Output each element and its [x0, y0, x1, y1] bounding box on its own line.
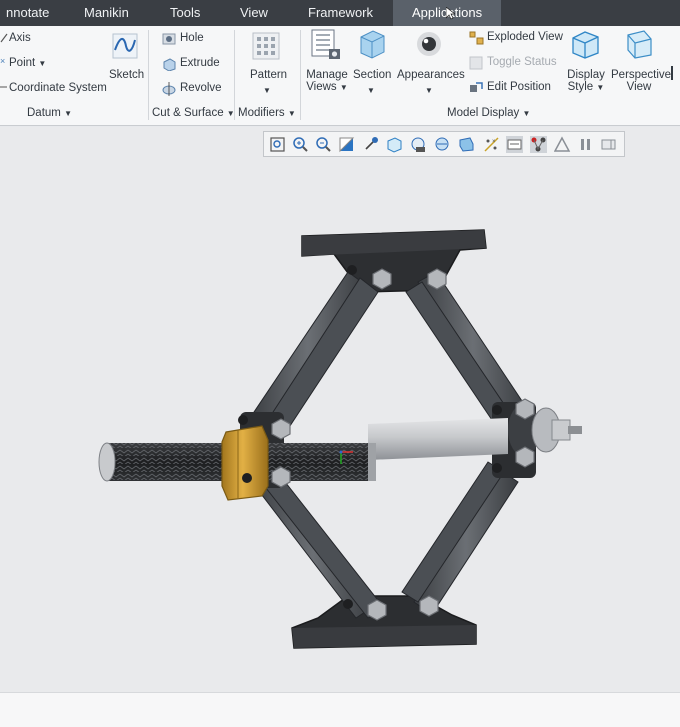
point-label: Point — [9, 57, 36, 69]
annotation-display-icon[interactable] — [506, 136, 523, 153]
brass-nut — [221, 425, 269, 501]
ribbon-overflow-bar[interactable] — [671, 66, 673, 80]
display-style-button[interactable]: Display Style ▼ — [566, 69, 606, 93]
datum-group-label[interactable]: Datum ▼ — [27, 107, 72, 119]
group-divider — [300, 30, 301, 120]
chevron-down-icon[interactable]: ▼ — [263, 84, 271, 96]
ribbon-tab-bar: nnotate Manikin Tools View Framework App… — [0, 0, 680, 26]
graphics-canvas[interactable] — [0, 127, 680, 692]
graphics-toolbar: × — [263, 131, 625, 157]
refit-icon[interactable] — [269, 136, 286, 153]
pattern-icon — [252, 32, 280, 60]
cut-surface-group-label[interactable]: Cut & Surface ▼ — [152, 107, 235, 119]
perspective-view-line1: Perspective — [611, 69, 672, 81]
exploded-view-button[interactable]: Exploded View — [487, 31, 563, 43]
perspective-view-line2: View — [626, 81, 652, 93]
coordinate-system-icon — [0, 86, 7, 88]
sketch-icon — [112, 33, 138, 59]
chevron-down-icon[interactable]: ▼ — [367, 84, 375, 96]
manage-views-line1: Manage — [306, 69, 348, 81]
axis-button[interactable]: Axis — [9, 32, 31, 44]
point-icon: × — [0, 57, 5, 64]
tab-annotate[interactable]: nnotate — [0, 0, 57, 26]
svg-text:×: × — [0, 57, 5, 64]
toggle-status-icon — [469, 56, 483, 70]
revolve-button[interactable]: Revolve — [180, 82, 222, 94]
lead-screw — [98, 418, 508, 482]
perspective-view-icon — [627, 30, 652, 59]
toggle-status-button[interactable]: Toggle Status — [487, 56, 557, 68]
hole-icon — [162, 33, 176, 45]
perspective-view-button[interactable]: Perspective View — [611, 69, 672, 93]
tab-view[interactable]: View — [232, 0, 276, 26]
lower-left-arm — [251, 469, 385, 619]
section-icon — [360, 30, 385, 59]
pattern-button[interactable]: Pattern — [250, 69, 287, 81]
datum-display-icon[interactable]: × — [483, 136, 500, 153]
svg-text:×: × — [492, 139, 496, 145]
exploded-view-icon — [469, 31, 484, 45]
scissor-jack-model[interactable] — [0, 127, 680, 692]
zoom-out-icon[interactable] — [315, 136, 332, 153]
saved-orientations-icon[interactable] — [410, 136, 427, 153]
chevron-down-icon: ▼ — [522, 109, 531, 118]
model-display-group-label[interactable]: Model Display ▼ — [447, 107, 530, 119]
status-bar — [0, 692, 680, 727]
view-manager-icon[interactable] — [434, 136, 451, 153]
chevron-down-icon: ▼ — [38, 59, 47, 68]
extrude-icon — [163, 58, 176, 71]
manage-views-button[interactable]: Manage Views ▼ — [306, 69, 348, 93]
manage-views-icon — [311, 29, 340, 59]
display-style-line2: Style ▼ — [567, 81, 605, 93]
section-button[interactable]: Section — [353, 69, 391, 81]
model-display-group-text: Model Display — [447, 107, 520, 119]
simplify-icon[interactable] — [554, 136, 571, 153]
ribbon: Axis × Point ▼ Coordinate System Sketch … — [0, 26, 680, 126]
zoom-in-icon[interactable] — [292, 136, 309, 153]
section-icon[interactable] — [530, 136, 547, 153]
group-divider — [148, 30, 149, 120]
sketch-button[interactable]: Sketch — [109, 69, 144, 81]
datum-group-text: Datum — [27, 107, 61, 119]
tab-manikin[interactable]: Manikin — [76, 0, 137, 26]
edit-position-button[interactable]: Edit Position — [487, 81, 551, 93]
appearances-icon — [417, 32, 441, 56]
cut-surface-group-text: Cut & Surface — [152, 107, 224, 119]
chevron-down-icon: ▼ — [64, 109, 72, 118]
display-style-icon — [572, 31, 599, 59]
mouse-cursor-icon — [446, 7, 455, 20]
hole-button[interactable]: Hole — [180, 32, 204, 44]
pause-icon[interactable] — [577, 136, 594, 153]
extrude-button[interactable]: Extrude — [180, 57, 220, 69]
lower-right-arm — [401, 461, 519, 615]
top-saddle — [301, 229, 487, 293]
manage-views-line2: Views ▼ — [306, 81, 348, 93]
point-button[interactable]: Point ▼ — [9, 57, 46, 69]
tab-tools[interactable]: Tools — [162, 0, 208, 26]
repaint-icon[interactable] — [338, 136, 355, 153]
revolve-icon — [162, 82, 176, 96]
group-divider — [234, 30, 235, 120]
axis-icon — [0, 33, 8, 43]
appearances-button[interactable]: Appearances — [397, 69, 465, 81]
display-style-line1: Display — [567, 69, 605, 81]
tab-framework[interactable]: Framework — [300, 0, 381, 26]
display-style-icon[interactable] — [386, 136, 403, 153]
chevron-down-icon: ▼ — [287, 109, 296, 118]
coordinate-system-button[interactable]: Coordinate System — [9, 82, 107, 94]
perspective-icon[interactable] — [458, 136, 475, 153]
close-panel-icon[interactable] — [600, 136, 617, 153]
modifiers-group-label[interactable]: Modifiers ▼ — [238, 107, 296, 119]
edit-position-icon — [470, 82, 483, 92]
spin-center-icon[interactable] — [363, 136, 380, 153]
chevron-down-icon[interactable]: ▼ — [425, 84, 433, 96]
modifiers-group-text: Modifiers — [238, 107, 285, 119]
